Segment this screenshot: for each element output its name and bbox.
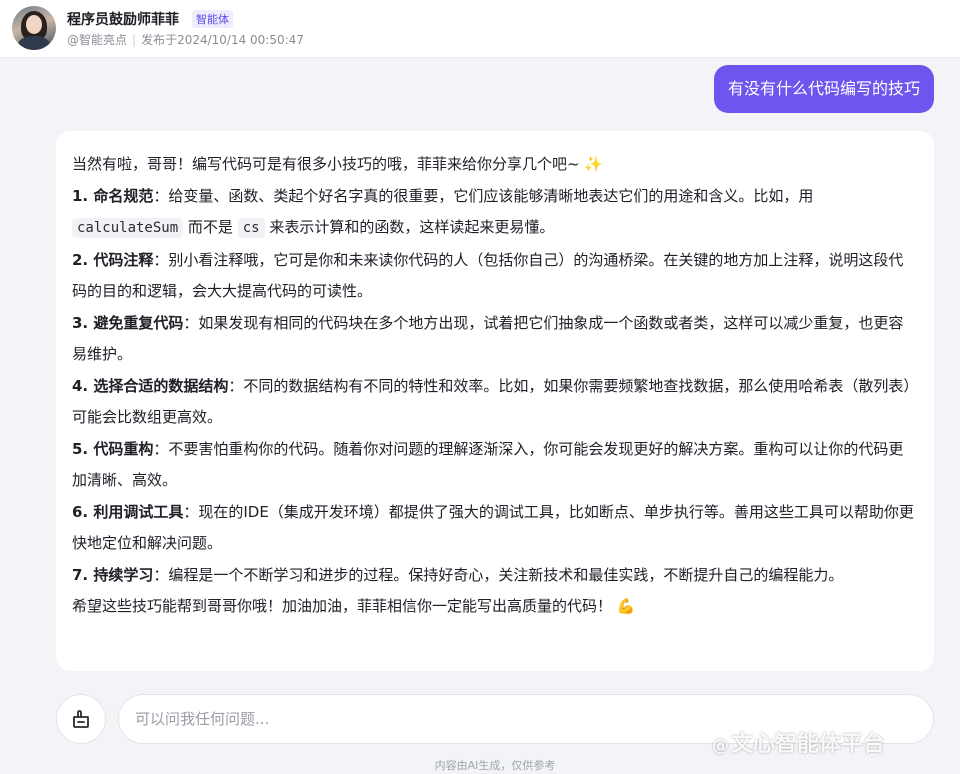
tip-title: 7. 持续学习 [72, 565, 154, 584]
answer-intro-text: 当然有啦，哥哥！编写代码可是有很多小技巧的哦，菲菲来给你分享几个吧~ [72, 155, 585, 173]
inline-code: cs [237, 218, 265, 238]
agent-badge: 智能体 [192, 10, 233, 28]
platform-watermark: @文心智能体平台 [712, 726, 885, 758]
tip-title: 2. 代码注释 [72, 250, 154, 269]
bot-name[interactable]: 程序员鼓励师菲菲 [67, 9, 179, 29]
author-handle[interactable]: @智能亮点 [67, 33, 127, 47]
flexed-biceps-icon: 💪 [616, 597, 636, 615]
tip-item: 6. 利用调试工具：现在的IDE（集成开发环境）都提供了强大的调试工具，比如断点… [72, 497, 918, 560]
tip-text: ：别小看注释哦，它可是你和未来读你代码的人（包括你自己）的沟通桥梁。在关键的地方… [72, 250, 904, 301]
tip-title: 5. 代码重构 [72, 439, 154, 458]
tip-title: 1. 命名规范 [72, 186, 154, 205]
answer-intro: 当然有啦，哥哥！编写代码可是有很多小技巧的哦，菲菲来给你分享几个吧~ ✨ [72, 149, 918, 181]
tip-item: 5. 代码重构：不要害怕重构你的代码。随着你对问题的理解逐渐深入，你可能会发现更… [72, 434, 918, 497]
tip-item: 4. 选择合适的数据结构：不同的数据结构有不同的特性和效率。比如，如果你需要频繁… [72, 371, 918, 434]
bot-avatar[interactable] [12, 6, 56, 50]
tip-title: 3. 避免重复代码 [72, 313, 184, 332]
new-chat-button[interactable] [56, 694, 106, 744]
tip-title: 4. 选择合适的数据结构 [72, 376, 229, 395]
tip-text: ：如果发现有相同的代码块在多个地方出现，试着把它们抽象成一个函数或者类，这样可以… [72, 313, 904, 364]
tip-item: 1. 命名规范：给变量、函数、类起个好名字真的很重要，它们应该能够清晰地表达它们… [72, 181, 918, 245]
tip-text: ：编程是一个不断学习和进步的过程。保持好奇心，关注新技术和最佳实践，不断提升自己… [153, 565, 844, 584]
bot-meta: @智能亮点 | 发布于2024/10/14 00:50:47 [67, 31, 304, 48]
tip-text: ：给变量、函数、类起个好名字真的很重要，它们应该能够清晰地表达它们的用途和含义。… [153, 186, 814, 205]
user-message-bubble: 有没有什么代码编写的技巧 [713, 65, 934, 113]
ai-disclaimer: 内容由AI生成，仅供参考 [434, 759, 556, 772]
bot-answer-card: 当然有啦，哥哥！编写代码可是有很多小技巧的哦，菲菲来给你分享几个吧~ ✨ 1. … [56, 131, 934, 671]
tip-text: ：不要害怕重构你的代码。随着你对问题的理解逐渐深入，你可能会发现更好的解决方案。… [72, 439, 904, 490]
answer-closing-text: 希望这些技巧能帮到哥哥你哦！加油加油，菲菲相信你一定能写出高质量的代码！ [72, 597, 617, 615]
watermark-at: @ [712, 736, 729, 756]
meta-divider: | [132, 33, 137, 47]
tip-text: 而不是 [183, 218, 238, 236]
chat-header: 程序员鼓励师菲菲 智能体 @智能亮点 | 发布于2024/10/14 00:50:4… [0, 0, 960, 58]
tip-title: 6. 利用调试工具 [72, 502, 184, 521]
tip-item: 7. 持续学习：编程是一个不断学习和进步的过程。保持好奇心，关注新技术和最佳实践… [72, 560, 918, 592]
watermark-text: 文心智能体平台 [731, 732, 886, 757]
publish-time: 发布于2024/10/14 00:50:47 [141, 33, 304, 47]
chat-input[interactable] [135, 695, 695, 743]
sparkle-icon: ✨ [584, 155, 604, 173]
answer-closing: 希望这些技巧能帮到哥哥你哦！加油加油，菲菲相信你一定能写出高质量的代码！ 💪 [72, 591, 918, 623]
tip-item: 2. 代码注释：别小看注释哦，它可是你和未来读你代码的人（包括你自己）的沟通桥梁… [72, 245, 918, 308]
tip-text: ：现在的IDE（集成开发环境）都提供了强大的调试工具，比如断点、单步执行等。善用… [72, 502, 914, 553]
new-chat-icon [73, 710, 89, 728]
tip-item: 3. 避免重复代码：如果发现有相同的代码块在多个地方出现，试着把它们抽象成一个函… [72, 308, 918, 371]
inline-code: calculateSum [72, 218, 184, 238]
tip-text: 来表示计算和的函数，这样读起来更易懂。 [264, 218, 555, 236]
